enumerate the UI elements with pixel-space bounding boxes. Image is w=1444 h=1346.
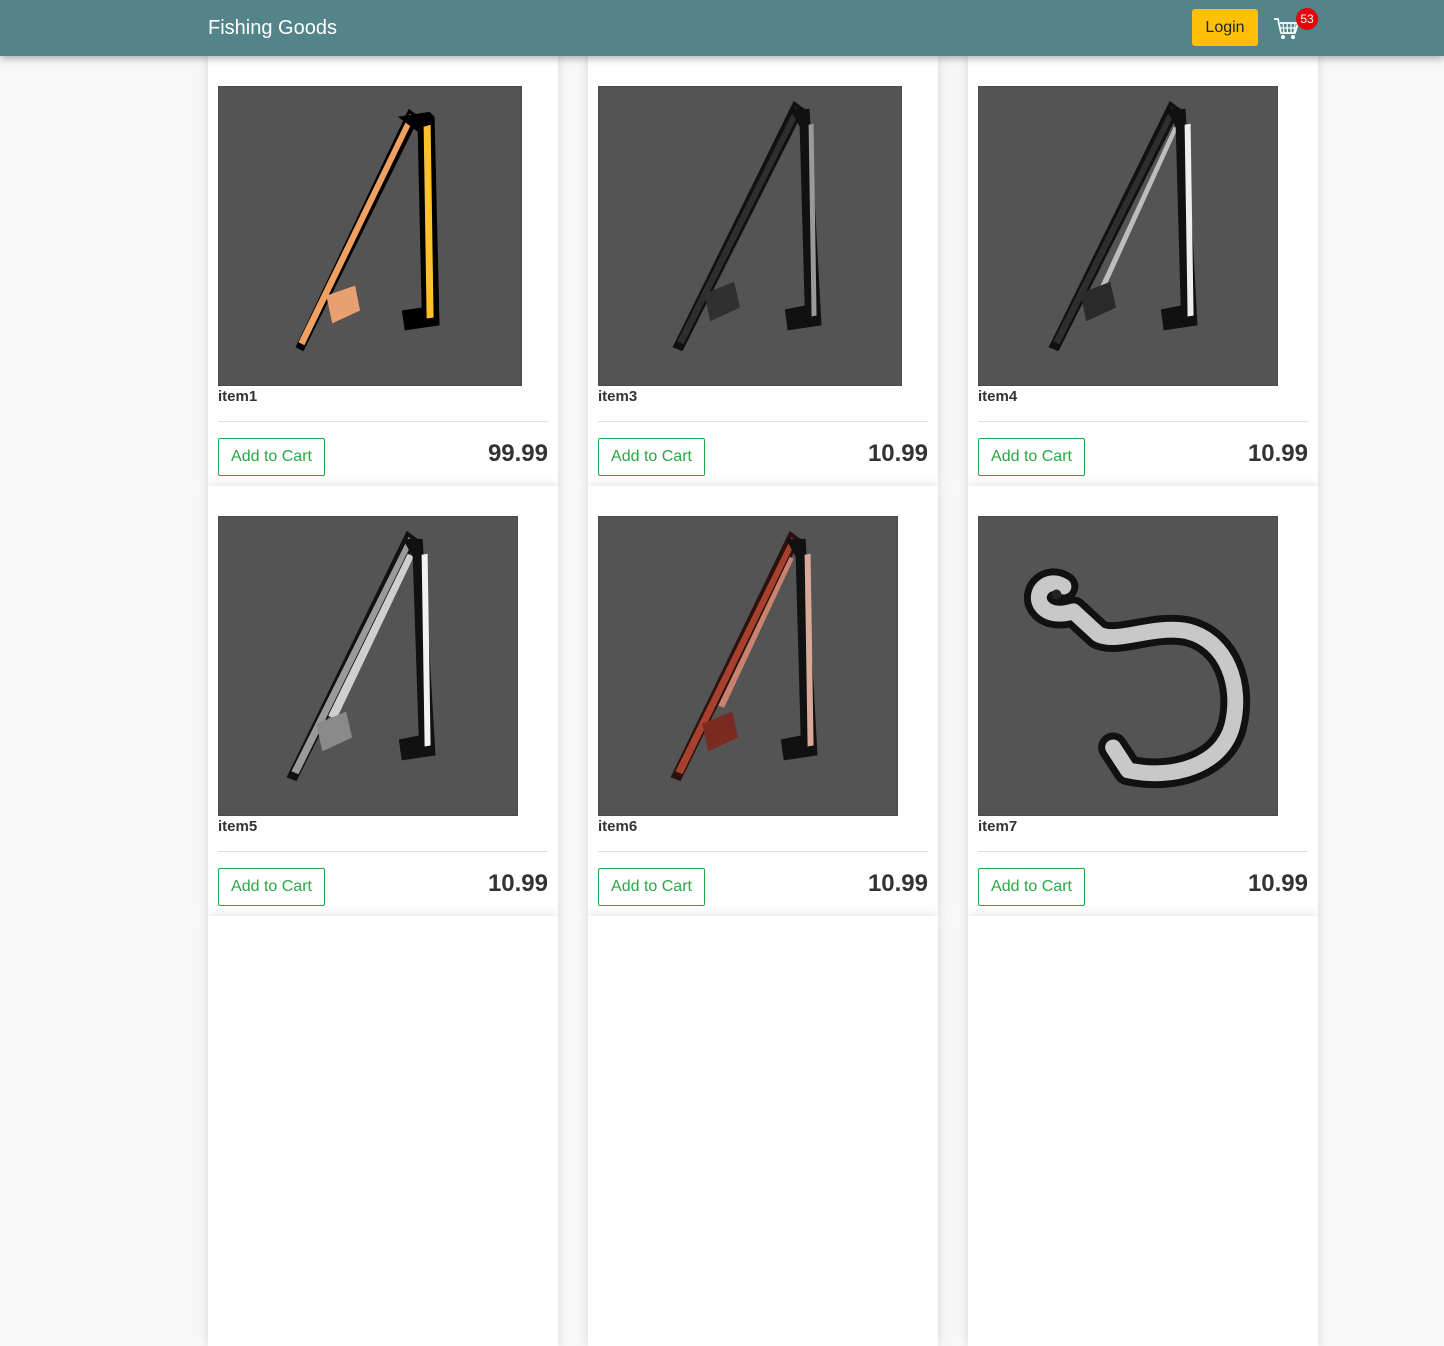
divider — [218, 421, 548, 422]
add-to-cart-button[interactable]: Add to Cart — [218, 868, 325, 906]
product-image[interactable] — [978, 516, 1278, 816]
product-name: item5 — [218, 818, 258, 835]
divider — [218, 851, 548, 852]
cart-count-badge: 53 — [1296, 8, 1318, 30]
product-image[interactable] — [218, 516, 518, 816]
product-image[interactable] — [598, 516, 898, 816]
product-name: item4 — [978, 388, 1018, 405]
product-card — [208, 916, 558, 1346]
product-name: item6 — [598, 818, 638, 835]
product-card: item7 Add to Cart 10.99 — [968, 486, 1318, 916]
navbar: Fishing Goods Login 53 — [0, 0, 1444, 56]
product-price: 10.99 — [1247, 870, 1308, 897]
add-to-cart-button[interactable]: Add to Cart — [598, 438, 705, 476]
product-name: item7 — [978, 818, 1018, 835]
add-to-cart-button[interactable]: Add to Cart — [978, 438, 1085, 476]
add-to-cart-button[interactable]: Add to Cart — [978, 868, 1085, 906]
brand-link[interactable]: Fishing Goods — [208, 16, 337, 40]
product-image[interactable] — [218, 86, 522, 386]
product-card — [968, 916, 1318, 1346]
add-to-cart-button[interactable]: Add to Cart — [598, 868, 705, 906]
product-card: item3 Add to Cart 10.99 — [588, 56, 938, 486]
divider — [978, 851, 1308, 852]
product-card: item1 Add to Cart 99.99 — [208, 56, 558, 486]
product-price: 10.99 — [487, 870, 548, 897]
product-price: 10.99 — [1247, 440, 1308, 467]
product-image[interactable] — [978, 86, 1278, 386]
product-name: item1 — [218, 388, 258, 405]
divider — [978, 421, 1308, 422]
product-image[interactable] — [598, 86, 902, 386]
product-name: item3 — [598, 388, 638, 405]
add-to-cart-button[interactable]: Add to Cart — [218, 438, 325, 476]
product-card: item6 Add to Cart 10.99 — [588, 486, 938, 916]
divider — [598, 851, 928, 852]
product-card: item5 Add to Cart 10.99 — [208, 486, 558, 916]
product-card: item4 Add to Cart 10.99 — [968, 56, 1318, 486]
login-button[interactable]: Login — [1192, 9, 1258, 46]
product-price: 10.99 — [867, 870, 928, 897]
product-price: 99.99 — [487, 440, 548, 467]
product-price: 10.99 — [867, 440, 928, 467]
divider — [598, 421, 928, 422]
product-card — [588, 916, 938, 1346]
